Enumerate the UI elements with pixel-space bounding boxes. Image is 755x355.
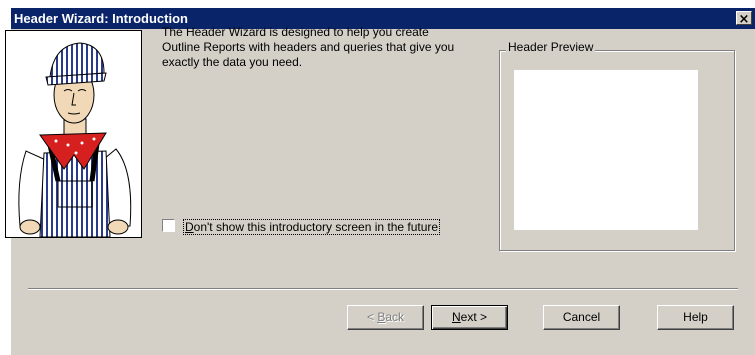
back-label-rest: ack [385, 310, 405, 324]
header-preview-area [514, 70, 698, 230]
header-preview-title: Header Preview [506, 40, 596, 54]
intro-text: The Header Wizard is designed to help yo… [162, 25, 455, 69]
next-button[interactable]: Next > [431, 305, 508, 330]
dont-show-accel: D [185, 220, 194, 234]
dont-show-label[interactable]: Don't show this introductory screen in t… [183, 219, 441, 235]
cancel-label: Cancel [562, 310, 601, 324]
cancel-button[interactable]: Cancel [543, 305, 620, 330]
back-label-prefix: < [366, 310, 378, 324]
close-icon: × [738, 12, 750, 27]
dont-show-label-text: on't show this introductory screen in th… [193, 220, 439, 234]
next-label-accel: N [451, 310, 461, 324]
help-label: Help [683, 310, 708, 324]
dont-show-checkbox[interactable] [162, 219, 175, 232]
window-title: Header Wizard: Introduction [14, 11, 188, 26]
wizard-illustration [5, 30, 142, 238]
close-button[interactable]: × [736, 11, 752, 27]
back-button[interactable]: < Back [347, 305, 424, 330]
next-label-rest: ext > [460, 310, 488, 324]
button-separator [28, 288, 738, 290]
railroad-worker-image [18, 42, 132, 237]
help-button[interactable]: Help [657, 305, 734, 330]
